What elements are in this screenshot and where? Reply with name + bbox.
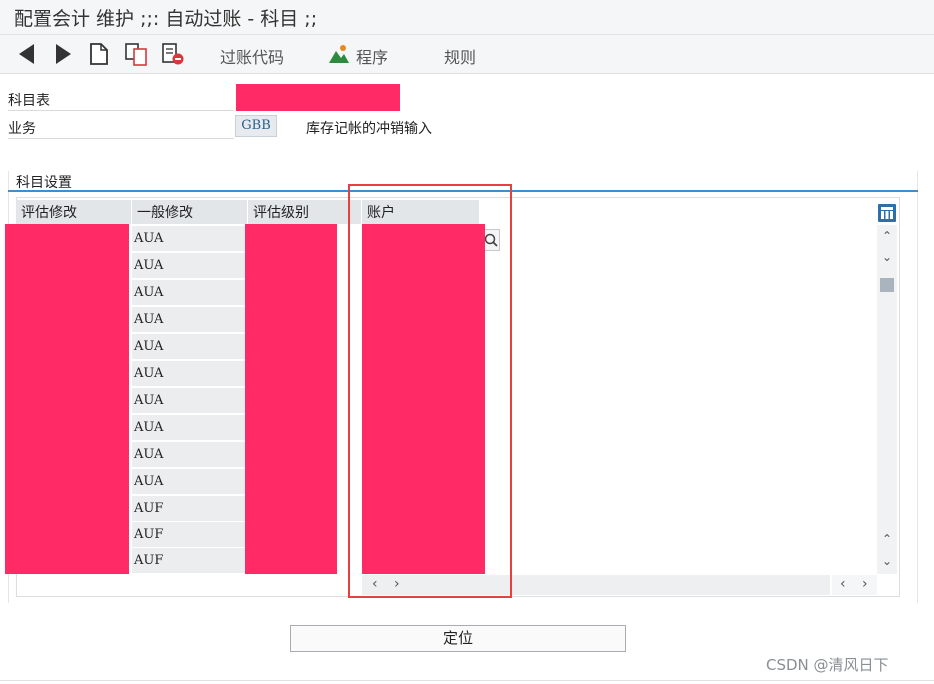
program-button[interactable]: 程序 [356,44,388,68]
general-modification-cell[interactable]: AUF [132,548,248,574]
new-document-icon[interactable] [88,41,110,67]
program-icon[interactable] [328,44,350,64]
general-modification-cell[interactable]: AUA [132,415,248,441]
general-modification-cell[interactable]: AUA [132,469,248,495]
title-bar: 配置会计 维护 ;;: 自动过账 - 科目 ;; [0,0,934,35]
scroll-page-up-icon[interactable]: ⌃ [877,229,897,243]
transaction-label: 业务 [8,121,36,137]
scroll-up-icon[interactable]: ⌃ [877,532,897,546]
delete-icon[interactable] [160,41,186,67]
footer-divider [0,680,934,681]
copy-icon[interactable] [124,41,150,67]
general-modification-cell[interactable]: AUF [132,496,248,522]
general-modification-cell[interactable]: AUA [132,226,248,252]
horizontal-scrollbar-secondary[interactable] [832,575,877,595]
chart-of-accounts-label: 科目表 [8,93,50,109]
toolbar: 过账代码 程序 规则 [0,35,934,74]
rules-button[interactable]: 规则 [444,44,476,68]
window-title: 配置会计 维护 ;;: 自动过账 - 科目 ;; [14,8,318,30]
general-modification-cell[interactable]: AUF [132,522,248,548]
scroll-right-icon[interactable]: › [862,576,868,592]
scroll-thumb[interactable] [880,278,894,292]
valuation-modification-redacted [5,224,129,574]
posting-code-button[interactable]: 过账代码 [220,44,284,68]
field-underline [8,138,234,139]
general-modification-cell[interactable]: AUA [132,388,248,414]
field-underline [8,110,234,111]
general-modification-cell[interactable]: AUA [132,334,248,360]
section-title: 科目设置 [16,175,72,191]
general-modification-cell[interactable]: AUA [132,442,248,468]
scroll-down-icon[interactable]: ⌄ [877,250,897,264]
back-icon[interactable] [16,41,38,67]
transaction-description: 库存记帐的冲销输入 [306,121,432,137]
general-modification-cell[interactable]: AUA [132,307,248,333]
general-modification-cell[interactable]: AUA [132,280,248,306]
locate-button[interactable]: 定位 [290,625,626,652]
general-modification-cell[interactable]: AUA [132,253,248,279]
chart-of-accounts-value-redacted [236,84,400,111]
column-header-general-modification[interactable]: 一般修改 [132,200,248,224]
column-header-valuation-class[interactable]: 评估级别 [248,200,362,224]
forward-icon[interactable] [52,41,74,67]
scroll-left-icon[interactable]: ‹ [840,576,846,592]
column-settings-icon[interactable] [877,203,897,223]
watermark: CSDN @清风日下 [766,656,889,674]
transaction-field[interactable]: GBB [235,115,277,137]
valuation-class-redacted [245,224,337,574]
column-header-valuation-modification[interactable]: 评估修改 [16,200,132,224]
scroll-page-down-icon[interactable]: ⌄ [877,554,897,568]
general-modification-cell[interactable]: AUA [132,361,248,387]
account-column-highlight [348,184,512,598]
